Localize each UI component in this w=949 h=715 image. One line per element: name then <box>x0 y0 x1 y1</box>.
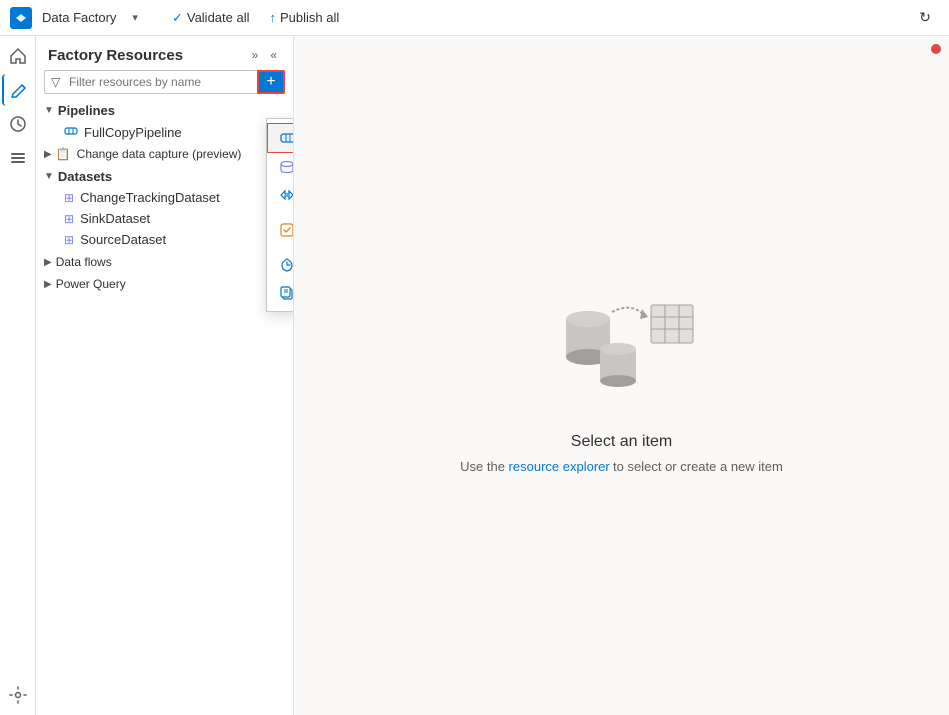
datasets-header[interactable]: ▼ Datasets <box>40 166 289 187</box>
top-bar: Data Factory ▾ ✓ Validate all ↑ Publish … <box>0 0 949 36</box>
sidebar: Factory Resources » « ▽ + ▼ Pipelines <box>36 36 294 715</box>
dataset-item-label-1: ChangeTrackingDataset <box>80 190 220 205</box>
datasets-chevron: ▼ <box>44 171 54 182</box>
nav-manage-icon[interactable] <box>2 142 34 174</box>
menu-copy-icon <box>279 285 294 301</box>
empty-state-text-after: to select or create a new item <box>613 459 783 474</box>
left-nav <box>0 36 36 715</box>
sidebar-title: Factory Resources <box>48 47 183 64</box>
pipelines-label: Pipelines <box>58 103 115 118</box>
filter-bar: ▽ + <box>44 70 285 94</box>
dataset-item-changetracking[interactable]: ⊞ ChangeTrackingDataset <box>40 187 289 208</box>
menu-item-powerquery[interactable]: Power Query <box>267 251 294 279</box>
menu-item-dataset[interactable]: Dataset <box>267 153 294 181</box>
dataflows-header[interactable]: ▶ Data flows 0 <box>40 252 289 272</box>
pipelines-chevron: ▼ <box>44 105 54 116</box>
dataset-item-icon-3: ⊞ <box>64 233 74 247</box>
sidebar-header: Factory Resources » « <box>36 36 293 70</box>
nav-home-icon[interactable] <box>2 40 34 72</box>
menu-item-dataflow[interactable]: Data flow ▶ <box>267 181 294 209</box>
pipelines-header[interactable]: ▼ Pipelines <box>40 100 289 121</box>
add-resource-button[interactable]: + <box>257 70 285 94</box>
dataflows-label: Data flows <box>56 255 112 269</box>
refresh-button[interactable]: ↻ <box>911 4 939 32</box>
nav-settings-icon[interactable] <box>2 679 34 711</box>
pipeline-item-label: FullCopyPipeline <box>84 125 182 140</box>
datasets-section: ▼ Datasets ⊞ ChangeTrackingDataset ⊞ Sin… <box>40 166 289 250</box>
datasets-label: Datasets <box>58 169 112 184</box>
app-title: Data Factory <box>42 10 116 25</box>
resource-explorer-link[interactable]: resource explorer <box>509 459 610 474</box>
resource-tree: ▼ Pipelines FullCopyPipeline ▶ <box>36 100 293 715</box>
dataset-item-label-3: SourceDataset <box>80 232 166 247</box>
main-layout: Factory Resources » « ▽ + ▼ Pipelines <box>0 36 949 715</box>
app-logo <box>10 7 32 29</box>
empty-state-graphic <box>536 277 706 417</box>
dataflows-section: ▶ Data flows 0 <box>40 252 289 272</box>
powerquery-chevron: ▶ <box>44 279 52 290</box>
context-menu-new-resource: Pipeline ▶ Dataset Data flow <box>266 118 294 312</box>
menu-item-change-capture[interactable]: Change data capture (preview) <box>267 209 294 251</box>
pipelines-section: ▼ Pipelines FullCopyPipeline ▶ <box>40 100 289 164</box>
dataset-item-icon-1: ⊞ <box>64 191 74 205</box>
empty-state-subtitle: Use the resource explorer to select or c… <box>460 459 783 474</box>
sidebar-collapse-btn[interactable]: » <box>248 46 263 64</box>
notification-dot <box>931 44 941 54</box>
menu-powerquery-icon <box>279 257 294 273</box>
filter-icon: ▽ <box>51 75 60 89</box>
change-capture-row[interactable]: ▶ 📋 Change data capture (preview) <box>40 144 289 164</box>
illustration-area <box>536 277 706 417</box>
dataset-item-label-2: SinkDataset <box>80 211 150 226</box>
nav-edit-icon[interactable] <box>2 74 34 106</box>
publish-all-button[interactable]: ↑ Publish all <box>262 6 348 29</box>
menu-item-copy-tool[interactable]: Copy Data tool <box>267 279 294 307</box>
app-title-dropdown[interactable]: ▾ <box>132 11 138 24</box>
menu-change-icon <box>279 222 294 238</box>
powerquery-header[interactable]: ▶ Power Query 0 <box>40 274 289 294</box>
placeholder-illustration: Select an item Use the resource explorer… <box>460 277 783 474</box>
menu-dataset-icon <box>279 159 294 175</box>
sidebar-minimize-btn[interactable]: « <box>266 46 281 64</box>
validate-all-button[interactable]: ✓ Validate all <box>164 6 258 30</box>
menu-pipeline-icon <box>280 130 294 146</box>
dataflows-chevron: ▶ <box>44 257 52 268</box>
dataset-item-source[interactable]: ⊞ SourceDataset <box>40 229 289 250</box>
menu-dataflow-icon <box>279 187 294 203</box>
empty-state-text-before: Use the <box>460 459 508 474</box>
menu-item-pipeline[interactable]: Pipeline ▶ <box>267 123 294 153</box>
filter-input[interactable] <box>45 71 284 93</box>
pipeline-item-fullcopy[interactable]: FullCopyPipeline <box>40 121 289 144</box>
main-content: Select an item Use the resource explorer… <box>294 36 949 715</box>
powerquery-label: Power Query <box>56 277 126 291</box>
sidebar-controls: » « <box>248 46 281 64</box>
change-capture-label: Change data capture (preview) <box>77 147 242 161</box>
dataset-item-sink[interactable]: ⊞ SinkDataset <box>40 208 289 229</box>
dataset-item-icon-2: ⊞ <box>64 212 74 226</box>
pipeline-item-icon <box>64 124 78 141</box>
nav-monitor-icon[interactable] <box>2 108 34 140</box>
powerquery-section: ▶ Power Query 0 <box>40 274 289 294</box>
empty-state-title: Select an item <box>571 433 672 451</box>
change-capture-chevron: ▶ <box>44 149 52 160</box>
